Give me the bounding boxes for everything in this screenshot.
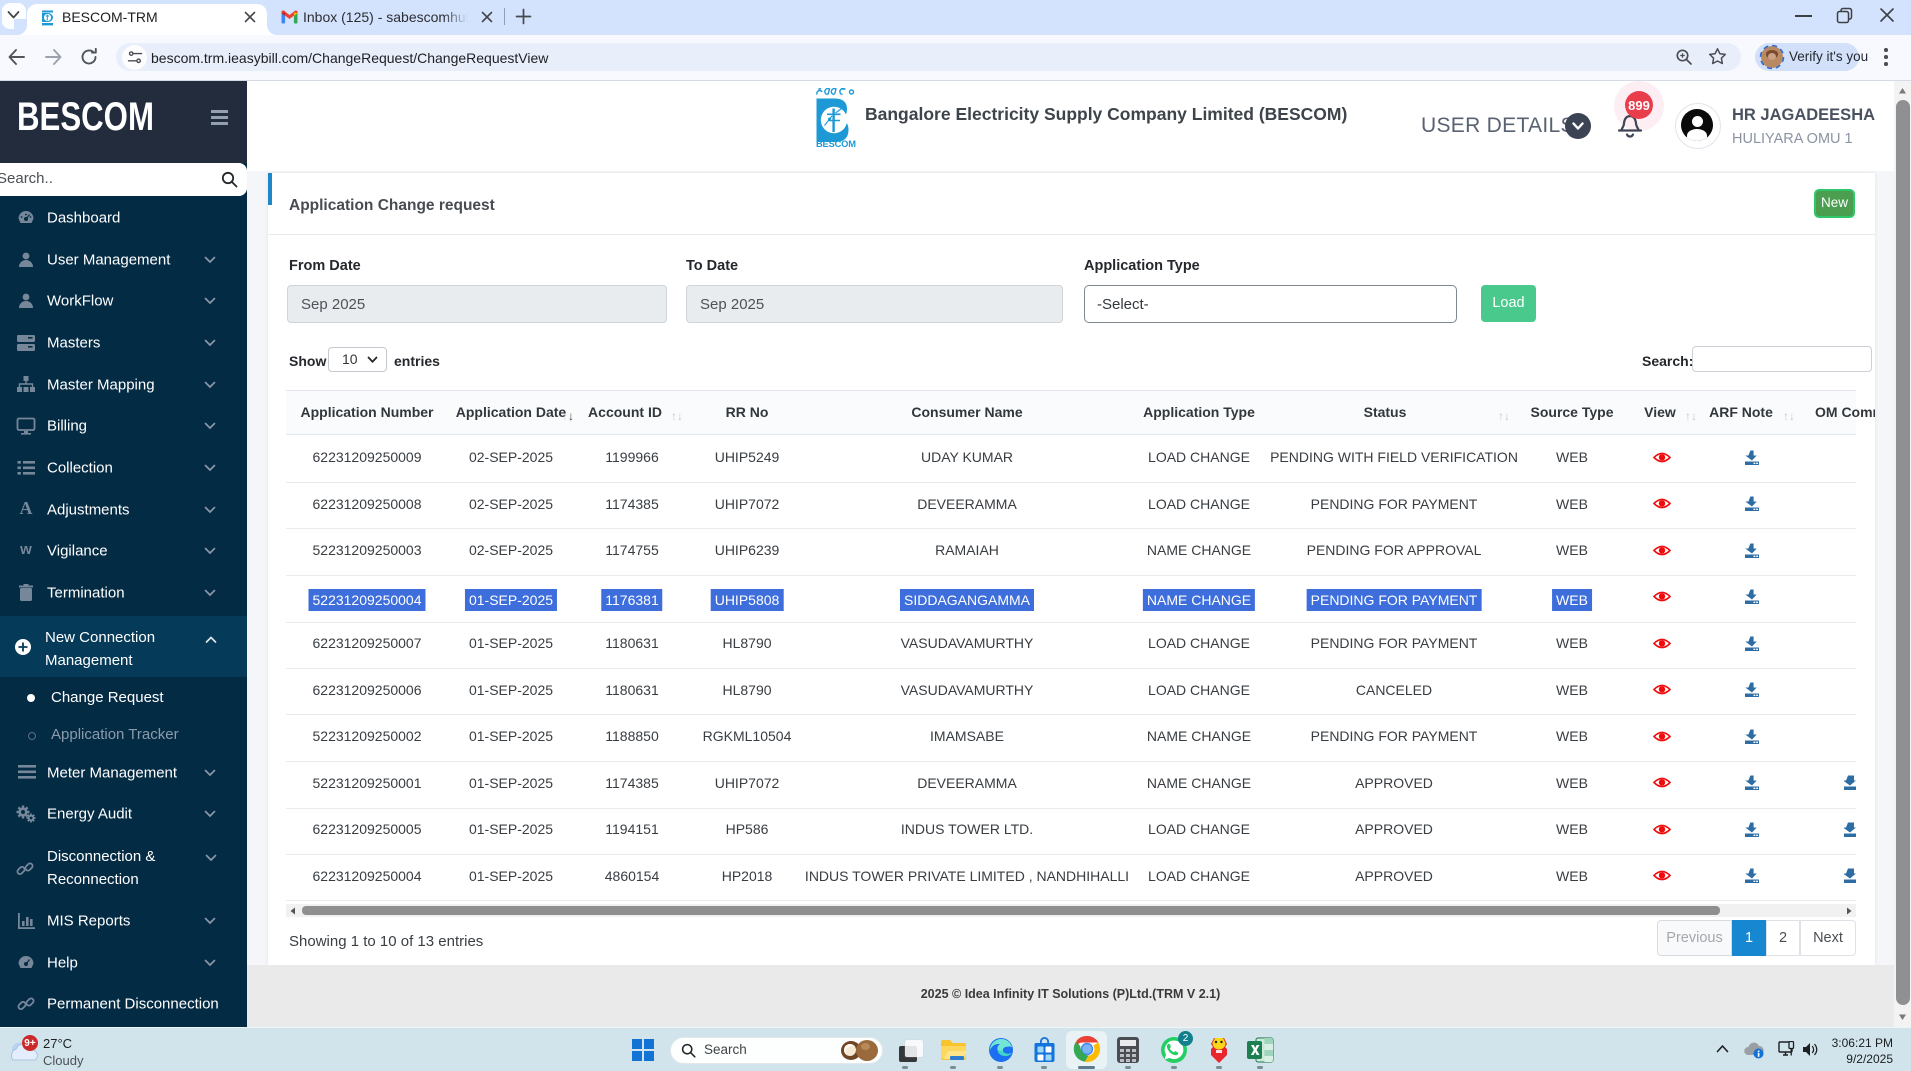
svg-text:BESCOM: BESCOM bbox=[816, 139, 856, 149]
